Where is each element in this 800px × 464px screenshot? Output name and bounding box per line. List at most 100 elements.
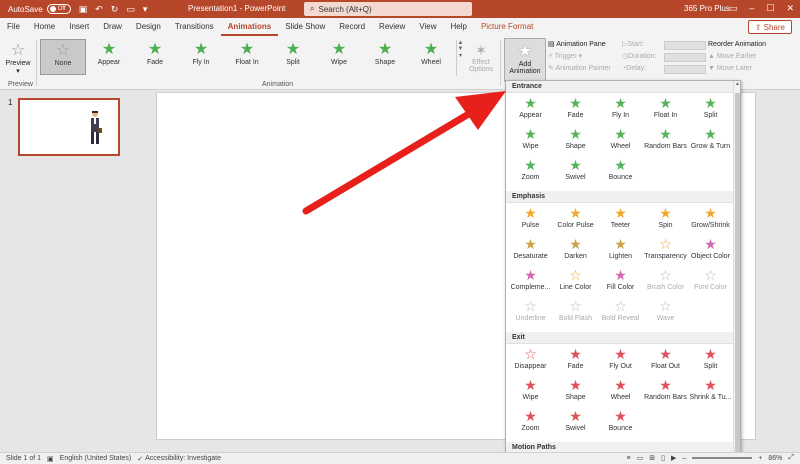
tab-insert[interactable]: Insert bbox=[62, 18, 96, 36]
emphasis-item[interactable]: ☆ Line Color bbox=[553, 267, 598, 297]
entrance-item[interactable]: ★ Float In bbox=[643, 95, 688, 125]
normal-view-icon[interactable]: ▭ bbox=[637, 454, 644, 462]
emphasis-item[interactable]: ☆ Font Color bbox=[688, 267, 733, 297]
duration-input[interactable] bbox=[664, 52, 706, 62]
minimize-icon[interactable]: – bbox=[749, 3, 754, 14]
add-animation-button[interactable]: ★ Add Animation bbox=[504, 38, 546, 82]
tab-view[interactable]: View bbox=[412, 18, 443, 36]
exit-item[interactable]: ★ Wipe bbox=[508, 377, 553, 407]
exit-item[interactable]: ★ Zoom bbox=[508, 408, 553, 438]
notes-icon[interactable]: ≡ bbox=[627, 455, 631, 462]
undo-icon[interactable]: ↶ bbox=[95, 4, 103, 15]
exit-item[interactable]: ★ Shape bbox=[553, 377, 598, 407]
gallery-none[interactable]: ☆ None bbox=[40, 39, 86, 75]
tab-draw[interactable]: Draw bbox=[96, 18, 129, 36]
scroll-up-icon[interactable]: ▲ bbox=[734, 81, 740, 87]
customize-qat-icon[interactable]: ▾ bbox=[143, 4, 148, 15]
entrance-item[interactable]: ★ Swivel bbox=[553, 157, 598, 187]
emphasis-item[interactable]: ☆ Wave bbox=[643, 298, 688, 328]
emphasis-item[interactable]: ☆ Bold Flash bbox=[553, 298, 598, 328]
close-icon[interactable]: ✕ bbox=[786, 3, 794, 14]
exit-item[interactable]: ★ Fade bbox=[553, 346, 598, 376]
gallery-fly-in[interactable]: ★ Fly In bbox=[178, 39, 224, 75]
exit-item[interactable]: ★ Swivel bbox=[553, 408, 598, 438]
emphasis-item[interactable]: ★ Pulse bbox=[508, 205, 553, 235]
entrance-item[interactable]: ★ Grow & Turn bbox=[688, 126, 733, 156]
tab-picture-format[interactable]: Picture Format bbox=[474, 18, 540, 36]
autosave-toggle[interactable]: Off bbox=[46, 4, 71, 14]
exit-item[interactable]: ★ Float Out bbox=[643, 346, 688, 376]
slide-sorter-icon[interactable]: ⊞ bbox=[649, 454, 655, 462]
animation-pane-button[interactable]: ▤ Animation Pane bbox=[548, 39, 618, 51]
entrance-item[interactable]: ★ Fly In bbox=[598, 95, 643, 125]
entrance-item[interactable]: ★ Bounce bbox=[598, 157, 643, 187]
entrance-item[interactable]: ★ Fade bbox=[553, 95, 598, 125]
present-icon[interactable]: ▭ bbox=[126, 4, 135, 15]
account-name[interactable]: 365 Pro Plus bbox=[684, 4, 730, 13]
zoom-out-icon[interactable]: – bbox=[682, 455, 686, 462]
entrance-item[interactable]: ★ Zoom bbox=[508, 157, 553, 187]
emphasis-item[interactable]: ★ Fill Color bbox=[598, 267, 643, 297]
exit-item[interactable]: ★ Wheel bbox=[598, 377, 643, 407]
fit-slide-icon[interactable]: ⤢ bbox=[788, 454, 794, 462]
gallery-float-in[interactable]: ★ Float In bbox=[224, 39, 270, 75]
move-later-button[interactable]: ▼ Move Later bbox=[708, 63, 796, 75]
maximize-icon[interactable]: ☐ bbox=[766, 3, 774, 14]
emphasis-item[interactable]: ☆ Transparency bbox=[643, 236, 688, 266]
trigger-button[interactable]: ⚡ Trigger ▾ bbox=[548, 51, 618, 63]
emphasis-item[interactable]: ☆ Bold Reveal bbox=[598, 298, 643, 328]
emphasis-item[interactable]: ★ Darken bbox=[553, 236, 598, 266]
entrance-item[interactable]: ★ Appear bbox=[508, 95, 553, 125]
effect-options-button[interactable]: ✶ Effect Options bbox=[466, 42, 496, 73]
slideshow-icon[interactable]: ▶ bbox=[671, 454, 676, 462]
gallery-fade[interactable]: ★ Fade bbox=[132, 39, 178, 75]
ribbon-display-icon[interactable]: ▭ bbox=[729, 3, 738, 14]
emphasis-item[interactable]: ★ Compleme... bbox=[508, 267, 553, 297]
exit-item[interactable]: ★ Split bbox=[688, 346, 733, 376]
gallery-appear[interactable]: ★ Appear bbox=[86, 39, 132, 75]
emphasis-item[interactable]: ★ Lighten bbox=[598, 236, 643, 266]
accessibility-status[interactable]: Accessibility: Investigate bbox=[145, 455, 221, 462]
start-select[interactable] bbox=[664, 40, 706, 50]
tab-design[interactable]: Design bbox=[129, 18, 168, 36]
gallery-wipe[interactable]: ★ Wipe bbox=[316, 39, 362, 75]
tab-file[interactable]: File bbox=[0, 18, 27, 36]
emphasis-item[interactable]: ★ Teeter bbox=[598, 205, 643, 235]
slide-thumbnail[interactable] bbox=[18, 98, 120, 156]
tab-transitions[interactable]: Transitions bbox=[168, 18, 221, 36]
exit-item[interactable]: ★ Shrink & Tu... bbox=[688, 377, 733, 407]
emphasis-item[interactable]: ★ Grow/Shrink bbox=[688, 205, 733, 235]
move-earlier-button[interactable]: ▲ Move Earlier bbox=[708, 51, 796, 63]
exit-item[interactable]: ★ Random Bars bbox=[643, 377, 688, 407]
emphasis-item[interactable]: ☆ Underline bbox=[508, 298, 553, 328]
entrance-item[interactable]: ★ Split bbox=[688, 95, 733, 125]
delay-input[interactable] bbox=[664, 64, 706, 74]
zoom-slider[interactable] bbox=[692, 457, 753, 459]
tab-animations[interactable]: Animations bbox=[220, 18, 279, 36]
scroll-thumb[interactable] bbox=[735, 93, 740, 463]
dropdown-scrollbar[interactable]: ▲ bbox=[733, 81, 740, 463]
tab-slide-show[interactable]: Slide Show bbox=[278, 18, 332, 36]
exit-item[interactable]: ★ Fly Out bbox=[598, 346, 643, 376]
gallery-shape[interactable]: ★ Shape bbox=[362, 39, 408, 75]
redo-icon[interactable]: ↻ bbox=[111, 4, 119, 15]
search-box[interactable]: ⌕ Search (Alt+Q) bbox=[304, 2, 472, 16]
emphasis-item[interactable]: ★ Object Color bbox=[688, 236, 733, 266]
animation-painter-button[interactable]: ✎ Animation Painter bbox=[548, 63, 618, 75]
gallery-split[interactable]: ★ Split bbox=[270, 39, 316, 75]
gallery-scroll[interactable]: ▲ ▼ ▾ bbox=[456, 40, 464, 76]
emphasis-item[interactable]: ☆ Brush Color bbox=[643, 267, 688, 297]
tab-record[interactable]: Record bbox=[332, 18, 372, 36]
entrance-item[interactable]: ★ Random Bars bbox=[643, 126, 688, 156]
entrance-item[interactable]: ★ Wipe bbox=[508, 126, 553, 156]
entrance-item[interactable]: ★ Shape bbox=[553, 126, 598, 156]
emphasis-item[interactable]: ★ Color Pulse bbox=[553, 205, 598, 235]
share-button[interactable]: ⇪ Share bbox=[747, 20, 792, 34]
emphasis-item[interactable]: ★ Desaturate bbox=[508, 236, 553, 266]
tab-home[interactable]: Home bbox=[27, 18, 62, 36]
tab-review[interactable]: Review bbox=[372, 18, 412, 36]
language-status[interactable]: English (United States) bbox=[60, 455, 132, 462]
preview-button[interactable]: ☆ Preview ▾ bbox=[4, 40, 32, 80]
save-icon[interactable]: ▣ bbox=[79, 4, 88, 15]
entrance-item[interactable]: ★ Wheel bbox=[598, 126, 643, 156]
